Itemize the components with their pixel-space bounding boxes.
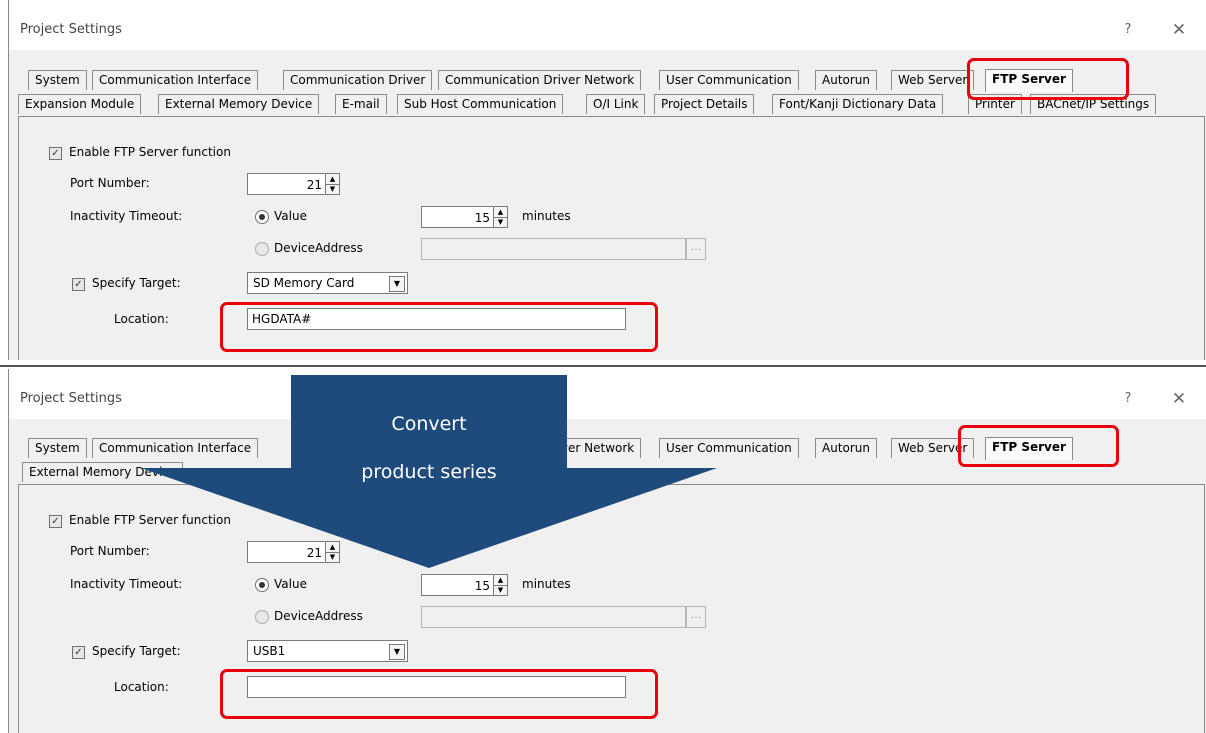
tab-row-1: System Communication Interface Communica… [28,69,1128,92]
dialog-title: Project Settings [20,391,122,406]
tab-external-memory-device[interactable]: External Memory Device [22,462,184,482]
port-number-spinner[interactable]: ▲ ▼ [325,541,340,563]
port-number-label: Port Number: [70,176,150,190]
tab-bacnet-ip-settings[interactable]: BACnet/IP Settings [1030,94,1157,114]
ftp-settings-panel: ✓ Enable FTP Server function Port Number… [18,484,1205,733]
port-number-input[interactable]: 21 [247,173,326,195]
tab-autorun[interactable]: Autorun [815,70,878,90]
tab-external-memory-device[interactable]: External Memory Device [158,94,320,114]
panel-separator [0,365,1206,367]
ftp-settings-panel: ✓ Enable FTP Server function Port Number… [18,116,1205,360]
value-radio-label: Value [274,209,307,223]
dropdown-arrow-icon[interactable]: ▼ [389,276,405,292]
timeout-value-input[interactable]: 15 [421,206,494,228]
timeout-spinner[interactable]: ▲ ▼ [493,574,508,596]
tab-communication-interface[interactable]: Communication Interface [92,70,259,90]
tab-autorun[interactable]: Autorun [815,438,878,458]
title-bar: Project Settings ? ✕ [9,369,1206,419]
tab-system[interactable]: System [28,70,87,90]
specify-target-label: Specify Target: [92,644,181,658]
tab-communication-driver-network[interactable]: Communication Driver Network [438,438,642,458]
spin-down-icon[interactable]: ▼ [326,184,339,194]
dialog-after: Project Settings ? ✕ System Communicatio… [8,369,1206,733]
value-radio-label: Value [274,577,307,591]
tab-communication-driver[interactable]: Communication Driver [283,70,433,90]
enable-ftp-checkbox[interactable]: ✓ [49,515,62,528]
dialog-body: System Communication Interface Communica… [9,50,1206,360]
specify-target-checkbox[interactable]: ✓ [72,278,85,291]
port-number-label: Port Number: [70,544,150,558]
tab-row-1: System Communication Interface Communica… [28,437,1128,460]
minutes-label: minutes [522,577,571,591]
enable-ftp-label: Enable FTP Server function [69,513,231,527]
dialog-body: System Communication Interface Communica… [9,419,1206,733]
device-address-label: DeviceAddress [274,241,363,255]
device-address-input [421,606,686,628]
inactivity-timeout-label: Inactivity Timeout: [70,209,183,223]
dropdown-arrow-icon[interactable]: ▼ [389,644,405,660]
spin-down-icon[interactable]: ▼ [326,552,339,562]
enable-ftp-label: Enable FTP Server function [69,145,231,159]
tab-expansion-module[interactable]: Expansion Module [18,94,142,114]
port-number-input[interactable]: 21 [247,541,326,563]
timeout-spinner[interactable]: ▲ ▼ [493,206,508,228]
convert-label-line2: product series [361,461,497,483]
tab-user-communication[interactable]: User Communication [659,70,799,90]
tab-communication-interface[interactable]: Communication Interface [92,438,259,458]
value-radio[interactable] [255,578,269,592]
tab-web-server[interactable]: Web Server [891,438,975,458]
specify-target-checkbox[interactable]: ✓ [72,646,85,659]
close-icon[interactable]: ✕ [1167,18,1191,42]
tab-printer[interactable]: Printer [968,94,1022,114]
help-icon[interactable]: ? [1116,18,1140,42]
help-icon[interactable]: ? [1116,387,1140,411]
tab-sub-host-communication[interactable]: Sub Host Communication [397,94,564,114]
tab-row-2: Expansion Module External Memory Device … [18,94,1198,116]
tab-font-kanji-dictionary-data[interactable]: Font/Kanji Dictionary Data [772,94,944,114]
value-radio[interactable] [255,210,269,224]
minutes-label: minutes [522,209,571,223]
enable-ftp-checkbox[interactable]: ✓ [49,147,62,160]
spin-down-icon[interactable]: ▼ [494,585,507,595]
title-bar: Project Settings ? ✕ [9,0,1206,50]
target-select-value: SD Memory Card [253,276,355,290]
convert-label-line1: Convert [391,413,467,435]
location-input[interactable]: HGDATA# [247,308,626,330]
specify-target-label: Specify Target: [92,276,181,290]
tab-project-details[interactable]: Project Details [654,94,755,114]
timeout-value-input[interactable]: 15 [421,574,494,596]
device-address-label: DeviceAddress [274,609,363,623]
location-input[interactable] [247,676,626,698]
target-select[interactable]: USB1 ▼ [247,640,408,662]
device-address-input [421,238,686,260]
tab-ftp-server[interactable]: FTP Server [985,437,1073,460]
dialog-title: Project Settings [20,22,122,37]
device-address-browse-button: … [686,606,706,628]
close-icon[interactable]: ✕ [1167,387,1191,411]
device-address-radio[interactable] [255,610,269,624]
tab-ftp-server[interactable]: FTP Server [985,69,1073,92]
target-select[interactable]: SD Memory Card ▼ [247,272,408,294]
tab-web-server[interactable]: Web Server [891,70,975,90]
tab-e-mail[interactable]: E-mail [335,94,387,114]
dialog-before: Project Settings ? ✕ System Communicatio… [8,0,1206,360]
device-address-radio[interactable] [255,242,269,256]
spin-down-icon[interactable]: ▼ [494,217,507,227]
tab-user-communication[interactable]: User Communication [659,438,799,458]
tab-system[interactable]: System [28,438,87,458]
tab-communication-driver-network[interactable]: Communication Driver Network [438,70,642,90]
target-select-value: USB1 [253,644,286,658]
location-label: Location: [114,312,169,326]
tab-oi-link[interactable]: O/I Link [586,94,646,114]
inactivity-timeout-label: Inactivity Timeout: [70,577,183,591]
device-address-browse-button: … [686,238,706,260]
port-number-spinner[interactable]: ▲ ▼ [325,173,340,195]
location-label: Location: [114,680,169,694]
